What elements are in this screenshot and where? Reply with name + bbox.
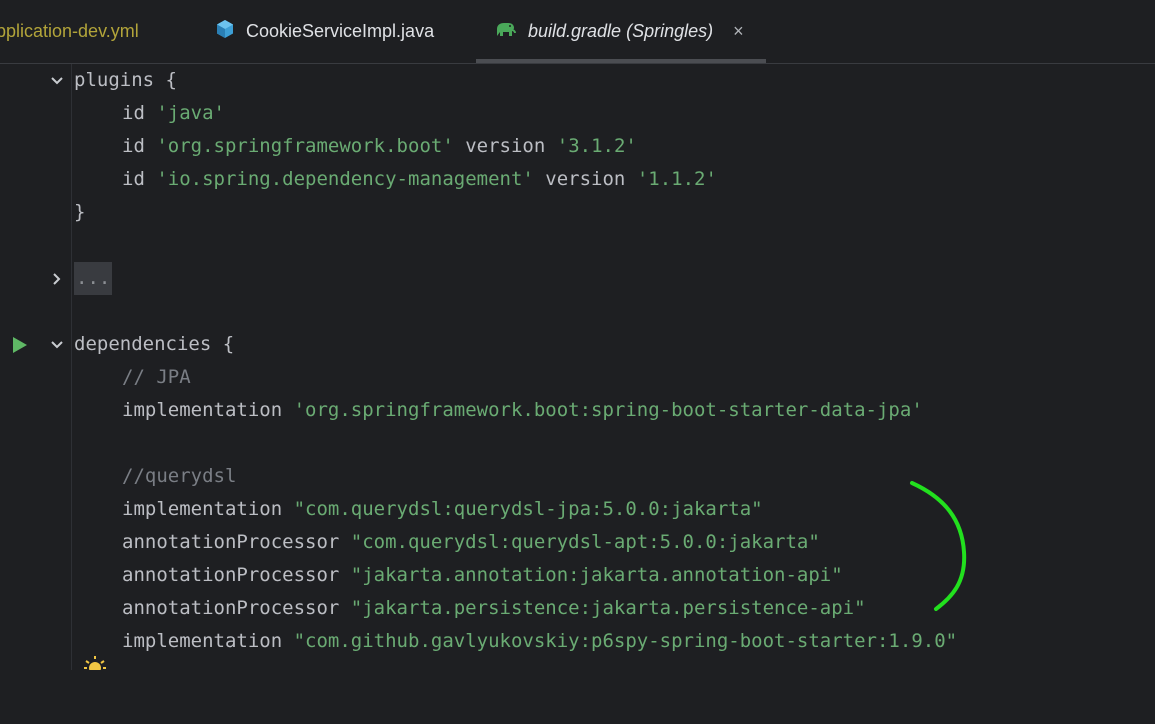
code-string: "jakarta.persistence:jakarta.persistence… — [350, 597, 866, 619]
code-string: '1.1.2' — [636, 168, 717, 190]
code-text: dependencies { — [74, 333, 235, 355]
close-tab-icon[interactable]: × — [733, 21, 744, 42]
code-keyword: id — [122, 102, 145, 124]
code-line[interactable]: } — [0, 196, 1155, 229]
tab-build-gradle[interactable]: build.gradle (Springles) × — [476, 0, 766, 63]
code-keyword: annotationProcessor — [122, 564, 340, 586]
code-keyword: annotationProcessor — [122, 597, 340, 619]
code-keyword: implementation — [122, 498, 283, 520]
code-keyword: id — [122, 168, 145, 190]
code-keyword: implementation — [122, 399, 283, 421]
code-line[interactable]: annotationProcessor "jakarta.persistence… — [0, 592, 1155, 625]
code-string: "com.github.gavlyukovskiy:p6spy-spring-b… — [293, 630, 958, 652]
code-string: "com.querydsl:querydsl-jpa:5.0.0:jakarta… — [293, 498, 763, 520]
code-line[interactable]: annotationProcessor "com.querydsl:queryd… — [0, 526, 1155, 559]
tab-label: CookieServiceImpl.java — [246, 21, 435, 41]
tab-application-dev-yml[interactable]: pplication-dev.yml — [0, 0, 139, 63]
code-string: "com.querydsl:querydsl-apt:5.0.0:jakarta… — [350, 531, 820, 553]
code-line[interactable]: implementation "com.querydsl:querydsl-jp… — [0, 493, 1155, 526]
folded-region-placeholder[interactable]: ... — [74, 262, 113, 295]
code-line[interactable]: id 'io.spring.dependency-management' ver… — [0, 163, 1155, 196]
code-string: 'org.springframework.boot:spring-boot-st… — [293, 399, 923, 421]
tab-label: build.gradle (Springles) — [528, 21, 714, 41]
tab-label: pplication-dev.yml — [0, 21, 139, 41]
code-line[interactable]: implementation 'org.springframework.boot… — [0, 394, 1155, 427]
code-keyword: id — [122, 135, 145, 157]
code-line[interactable]: id 'java' — [0, 97, 1155, 130]
java-class-icon — [216, 19, 234, 44]
code-line[interactable]: plugins { — [0, 64, 1155, 97]
code-keyword: implementation — [122, 630, 283, 652]
code-string: 'java' — [156, 102, 225, 124]
code-line[interactable]: //querydsl — [0, 460, 1155, 493]
chevron-down-icon[interactable] — [48, 328, 66, 361]
chevron-right-icon[interactable] — [48, 262, 66, 295]
code-string: "jakarta.annotation:jakarta.annotation-a… — [350, 564, 843, 586]
code-text: plugins { — [74, 69, 177, 91]
code-text: } — [74, 201, 86, 223]
run-triangle-icon[interactable] — [10, 328, 30, 361]
code-keyword: version — [465, 135, 546, 157]
code-line[interactable]: ... — [0, 262, 1155, 295]
code-line[interactable]: id 'org.springframework.boot' version '3… — [0, 130, 1155, 163]
code-string: 'io.spring.dependency-management' — [156, 168, 534, 190]
code-keyword: annotationProcessor — [122, 531, 340, 553]
code-string: 'org.springframework.boot' — [156, 135, 454, 157]
lightbulb-icon[interactable] — [84, 656, 106, 674]
code-line[interactable]: dependencies { — [0, 328, 1155, 361]
gradle-elephant-icon — [494, 20, 516, 43]
code-comment: //querydsl — [122, 465, 237, 487]
code-comment: // JPA — [122, 366, 191, 388]
code-keyword: version — [545, 168, 626, 190]
code-editor[interactable]: plugins { id 'java' id 'org.springframew… — [0, 64, 1155, 674]
chevron-down-icon[interactable] — [48, 64, 66, 97]
code-line[interactable]: implementation "com.github.gavlyukovskiy… — [0, 625, 1155, 658]
tab-cookie-service-impl[interactable]: CookieServiceImpl.java — [216, 0, 434, 63]
code-string: '3.1.2' — [556, 135, 637, 157]
editor-tab-bar: pplication-dev.yml CookieServiceImpl.jav… — [0, 0, 1155, 64]
code-line[interactable]: // JPA — [0, 361, 1155, 394]
code-line[interactable]: annotationProcessor "jakarta.annotation:… — [0, 559, 1155, 592]
